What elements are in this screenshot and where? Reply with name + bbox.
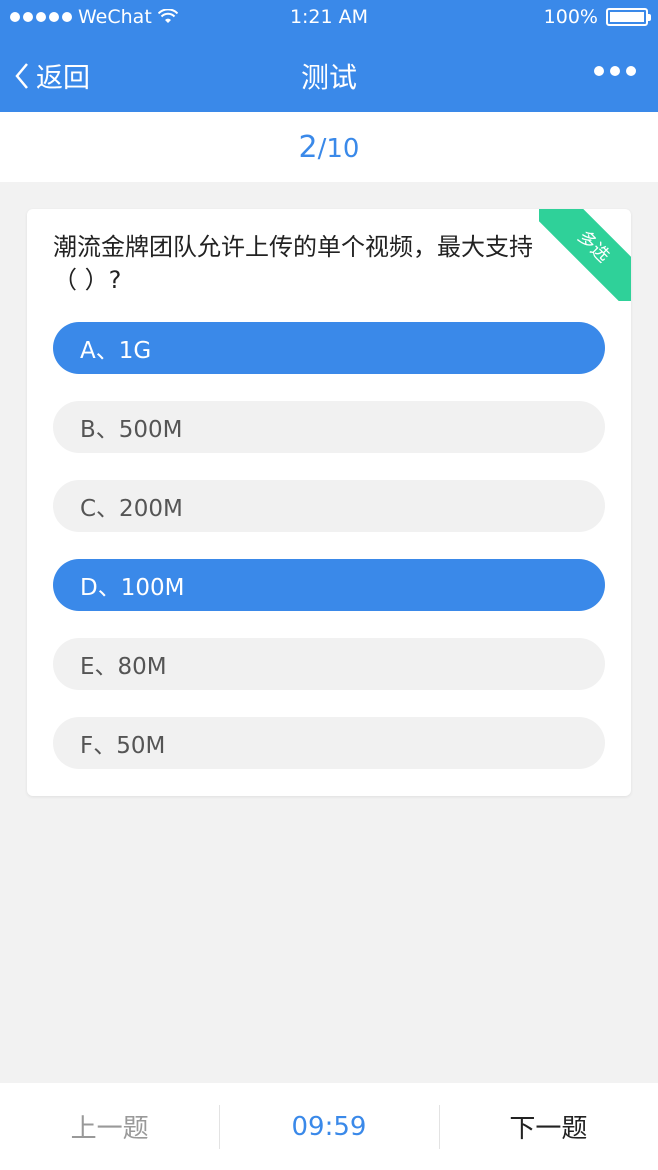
status-right: 100%: [543, 6, 651, 28]
more-dot-icon: [594, 66, 604, 76]
question-card: 多选 潮流金牌团队允许上传的单个视频，最大支持（ ）? A、1G B、500M …: [27, 209, 631, 796]
bottom-bar: 上一题 09:59 下一题: [0, 1083, 658, 1170]
question-text: 潮流金牌团队允许上传的单个视频，最大支持（ ）?: [53, 233, 533, 294]
option-c[interactable]: C、200M: [53, 480, 605, 532]
more-dot-icon: [626, 66, 636, 76]
progress-current: 2: [298, 130, 318, 165]
option-a[interactable]: A、1G: [53, 322, 605, 374]
option-label: D、100M: [80, 575, 185, 601]
nav-bar: 返回 测试: [0, 36, 658, 112]
battery-icon: [606, 8, 651, 26]
option-f[interactable]: F、50M: [53, 717, 605, 769]
battery-percent: 100%: [543, 6, 598, 28]
option-label: A、1G: [80, 338, 152, 364]
option-b[interactable]: B、500M: [53, 401, 605, 453]
prev-question-button[interactable]: 上一题: [0, 1083, 219, 1170]
more-dot-icon: [610, 66, 620, 76]
top-bar: WeChat 1:21 AM 100% 返回 测试: [0, 0, 658, 112]
progress-total: /10: [317, 134, 360, 164]
option-label: B、500M: [80, 417, 183, 443]
status-bar: WeChat 1:21 AM 100%: [0, 0, 658, 36]
option-e[interactable]: E、80M: [53, 638, 605, 690]
countdown-timer: 09:59: [219, 1083, 438, 1170]
question-progress: 2/10: [0, 112, 658, 182]
option-d[interactable]: D、100M: [53, 559, 605, 611]
multi-select-ribbon: 多选: [539, 209, 631, 301]
progress-text: 2/10: [0, 130, 658, 165]
option-label: E、80M: [80, 654, 167, 680]
question-type-badge: 多选: [539, 209, 631, 301]
option-label: F、50M: [80, 733, 166, 759]
more-button[interactable]: [594, 66, 636, 76]
option-label: C、200M: [80, 496, 183, 522]
page-title: 测试: [300, 61, 357, 94]
next-question-button[interactable]: 下一题: [438, 1083, 658, 1170]
